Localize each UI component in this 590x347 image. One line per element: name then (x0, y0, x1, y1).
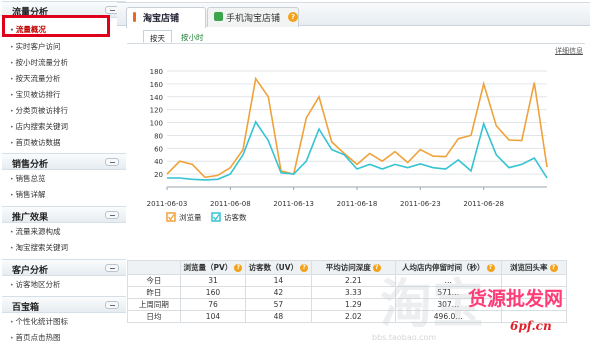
x-tick-label: 2011-06-08 (210, 200, 251, 208)
table-cell: 2.21 (310, 274, 397, 287)
header-label: 访客数（UV） (248, 263, 299, 272)
section-header-customers[interactable]: 客户分析 (2, 259, 126, 276)
table-row: 日均 104 48 2.02 496.0… (127, 310, 568, 323)
table-header: 平均访问深度? (310, 260, 397, 275)
section-header-sales[interactable]: 销售分析 (2, 153, 126, 170)
table-row: 今日 31 14 2.21 … (127, 274, 568, 287)
x-tick-label: 2011-06-28 (463, 200, 504, 208)
sidebar-item-traffic-source[interactable]: 流量来源构成 (10, 226, 61, 237)
table-header: 浏览回头率? (500, 260, 568, 275)
table-cell: 160 (179, 286, 247, 299)
section-title: 百宝箱 (12, 303, 40, 313)
header-label: 人均店内停留时间（秒） (402, 263, 485, 272)
table-cell: 571… (395, 286, 502, 299)
legend-label: 浏览量 (179, 212, 202, 222)
table-cell: 3.33 (310, 286, 397, 299)
header-label: 浏览量（PV） (183, 263, 233, 272)
help-icon[interactable]: ? (549, 264, 558, 272)
sidebar-item-heatmap[interactable]: 首页点击热图 (10, 332, 61, 343)
table-header: 浏览量（PV）? (179, 260, 247, 275)
help-icon[interactable]: ? (300, 264, 309, 272)
table-header-row: 浏览量（PV）? 访客数（UV）? 平均访问深度? 人均店内停留时间（秒）? 浏… (127, 260, 568, 275)
legend-label: 访客数 (224, 212, 247, 222)
y-tick-label: 120 (150, 107, 163, 115)
section-title: 推广效果 (12, 213, 49, 223)
help-icon[interactable]: ? (234, 264, 243, 272)
x-tick-label: 2011-06-18 (337, 200, 378, 208)
sidebar-item-homepage-data[interactable]: 首页被访数据 (10, 137, 61, 148)
sidebar-item-store-search[interactable]: 店内搜索关键词 (10, 121, 69, 132)
y-tick-label: 100 (150, 120, 163, 128)
table-cell: 104 (179, 310, 247, 323)
table-cell: 57 (245, 298, 312, 311)
table-header: 访客数（UV）? (245, 260, 312, 275)
table-cell: 31 (179, 274, 247, 287)
sidebar-item-sales-detail[interactable]: 销售详解 (10, 189, 46, 200)
table-cell: 307… (395, 298, 502, 311)
table-cell: 42 (245, 286, 312, 299)
y-tick-label: 140 (150, 94, 163, 102)
row-label: 上周同期 (127, 298, 181, 311)
y-tick-label: 180 (150, 68, 163, 76)
sidebar-item-daily[interactable]: 按天流量分析 (10, 73, 61, 84)
table-cell (500, 310, 568, 323)
help-icon[interactable]: ? (486, 264, 495, 272)
row-label: 昨日 (127, 286, 181, 299)
table-cell (500, 274, 568, 287)
traffic-line-chart: 20 40 60 80 100 120 140 160 180 2011-06-03 2011-06… (147, 68, 548, 222)
table-cell: … (395, 274, 502, 287)
table-cell: 2.02 (310, 310, 397, 323)
sidebar: 流量分析 流量概况 实时客户访问 按小时流量分析 按天流量分析 宝贝被访排行 分… (0, 0, 127, 347)
table-cell: 14 (245, 274, 312, 287)
sidebar-item-custom-icons[interactable]: 个性化统计图标 (10, 316, 69, 327)
sidebar-item-visitor-region[interactable]: 访客地区分析 (10, 279, 61, 290)
sidebar-item-search-keywords[interactable]: 淘宝搜索关键词 (10, 242, 69, 253)
x-tick-label: 2011-06-03 (147, 200, 188, 208)
table-header: 人均店内停留时间（秒）? (395, 260, 502, 275)
y-tick-label: 60 (154, 145, 163, 153)
row-label: 今日 (127, 274, 181, 287)
table-cell: 48 (245, 310, 312, 323)
y-tick-label: 160 (150, 81, 163, 89)
main-panel: 淘宝店铺 手机淘宝店铺 ? 按天 按小时 详细信息 20 40 60 80 100 120… (117, 0, 590, 347)
highlight-box (2, 15, 110, 37)
table-cell: 496.0… (395, 310, 502, 323)
stats-table: 浏览量（PV）? 访客数（UV）? 平均访问深度? 人均店内停留时间（秒）? 浏… (127, 260, 568, 323)
table-cell (500, 298, 568, 311)
series-line-pv (166, 76, 548, 179)
section-title: 销售分析 (12, 160, 49, 170)
sidebar-item-hourly[interactable]: 按小时流量分析 (10, 57, 69, 68)
sidebar-item-category-rank[interactable]: 分类页被访排行 (10, 105, 69, 116)
sidebar-item-sales-overview[interactable]: 销售总览 (10, 173, 46, 184)
table-header (127, 260, 181, 275)
table-cell (500, 286, 568, 299)
table-cell: 1.29 (310, 298, 397, 311)
y-tick-label: 40 (154, 158, 163, 166)
help-icon[interactable]: ? (372, 264, 381, 272)
row-label: 日均 (127, 310, 181, 323)
x-tick-label: 2011-06-23 (400, 200, 441, 208)
x-tick-label: 2011-06-13 (273, 200, 314, 208)
section-header-promotion[interactable]: 推广效果 (2, 206, 126, 223)
header-label: 平均访问深度 (325, 263, 371, 272)
y-tick-label: 20 (154, 171, 163, 179)
sidebar-item-item-rank[interactable]: 宝贝被访排行 (10, 89, 61, 100)
sidebar-item-realtime[interactable]: 实时客户访问 (10, 41, 61, 52)
section-header-toolbox[interactable]: 百宝箱 (2, 296, 126, 313)
y-tick-label: 80 (154, 132, 163, 140)
section-title: 客户分析 (12, 266, 49, 276)
header-label: 浏览回头率 (510, 263, 548, 272)
table-row: 上周同期 76 57 1.29 307… (127, 298, 568, 311)
table-cell: 76 (179, 298, 247, 311)
table-row: 昨日 160 42 3.33 571… (127, 286, 568, 299)
